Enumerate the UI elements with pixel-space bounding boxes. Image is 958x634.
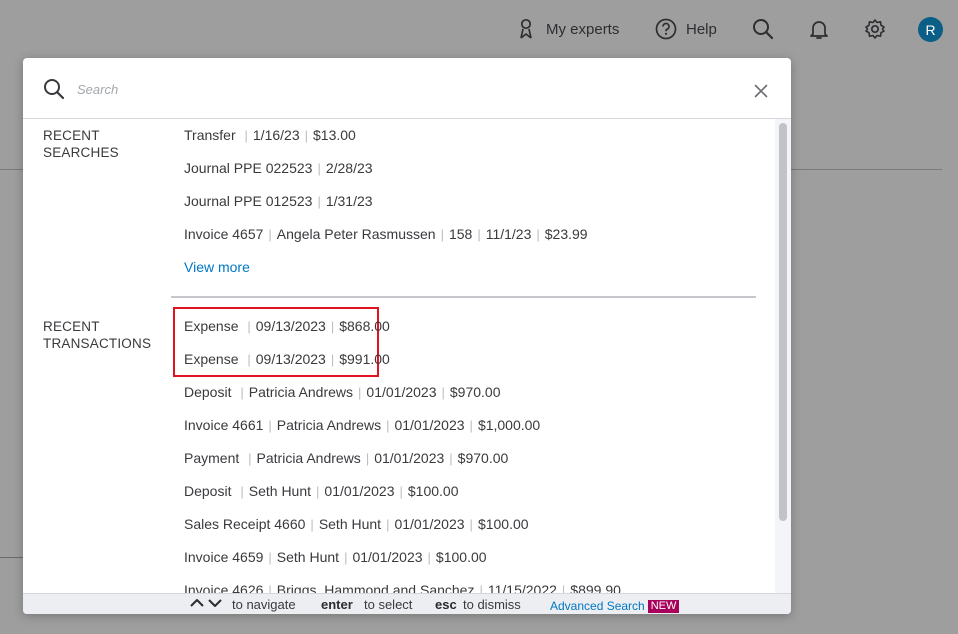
navigate-hint: to navigate <box>232 597 296 612</box>
recent-transaction-item[interactable]: Invoice 4659 | Seth Hunt | 01/01/2023 | $100.0… <box>184 548 487 567</box>
recent-transactions-title: RECENT TRANSACTIONS <box>43 319 152 351</box>
recent-transaction-item[interactable]: Deposit | Patricia Andrews | 01/01/2023 | $97… <box>184 383 501 402</box>
recent-transaction-item[interactable]: Payment | Patricia Andrews | 01/01/2023 | $97… <box>184 449 508 468</box>
gear-icon <box>863 17 887 41</box>
recent-search-item[interactable]: Invoice 4657 | Angela Peter Rasmussen | 158 |… <box>184 225 588 244</box>
recent-transaction-item[interactable]: Invoice 4626 | Briggs, Hammond and Sanchez… <box>184 581 621 593</box>
new-badge: NEW <box>647 600 680 613</box>
help-label: Help <box>686 20 717 38</box>
dismiss-hint: to dismiss <box>463 597 521 612</box>
recent-transaction-item[interactable]: Expense | 09/13/2023 | $868.00 <box>184 317 390 336</box>
close-search-button[interactable] <box>751 81 771 101</box>
arrow-keys-icon <box>189 596 223 613</box>
search-modal: RECENT SEARCHES Transfer |1/16/23|$13.00… <box>23 58 791 614</box>
recent-transaction-item[interactable]: Sales Receipt 4660 | Seth Hunt | 01/01/2023 |… <box>184 515 529 534</box>
expert-icon <box>514 17 538 41</box>
notifications-button[interactable] <box>807 14 831 44</box>
section-divider <box>171 296 756 298</box>
recent-transaction-item[interactable]: Invoice 4661 | Patricia Andrews | 01/01/2023… <box>184 416 540 435</box>
recent-search-item[interactable]: Transfer | 1/16/23 | $13.00 <box>184 126 356 145</box>
background-divider <box>0 557 24 558</box>
bell-icon <box>807 17 831 41</box>
esc-key: esc <box>435 597 457 612</box>
advanced-search-link[interactable]: Advanced Search NEW <box>550 598 680 613</box>
select-hint: to select <box>364 597 413 612</box>
global-search-button[interactable] <box>751 14 775 44</box>
top-bar: My experts Help R <box>0 0 958 58</box>
view-more-link[interactable]: View more <box>184 259 250 275</box>
my-experts-button[interactable]: My experts <box>514 14 619 44</box>
results-scrollbar[interactable] <box>775 119 791 593</box>
recent-search-item[interactable]: Journal PPE 022523 | 2/28/23 <box>184 159 373 178</box>
my-experts-label: My experts <box>546 20 620 38</box>
recent-searches-title: RECENT SEARCHES <box>43 128 119 160</box>
enter-key: enter <box>321 597 353 612</box>
help-button[interactable]: Help <box>654 14 717 44</box>
user-avatar[interactable]: R <box>918 17 943 42</box>
close-icon <box>754 84 768 98</box>
search-icon <box>43 78 65 100</box>
recent-search-item[interactable]: Journal PPE 012523 | 1/31/23 <box>184 192 373 211</box>
search-input[interactable] <box>77 77 717 101</box>
scrollbar-thumb[interactable] <box>779 123 787 521</box>
help-icon <box>654 17 678 41</box>
recent-transaction-item[interactable]: Deposit | Seth Hunt | 01/01/2023 | $100.00 <box>184 482 458 501</box>
search-bar <box>23 58 791 119</box>
search-results: RECENT SEARCHES Transfer | 1/16/23 | $13.00… <box>23 119 791 593</box>
keyboard-hints-footer: to navigate enter to select esc to dismi… <box>23 593 791 614</box>
search-icon <box>751 17 775 41</box>
settings-button[interactable] <box>863 14 887 44</box>
recent-transaction-item[interactable]: Expense | 09/13/2023 | $991.00 <box>184 350 390 369</box>
